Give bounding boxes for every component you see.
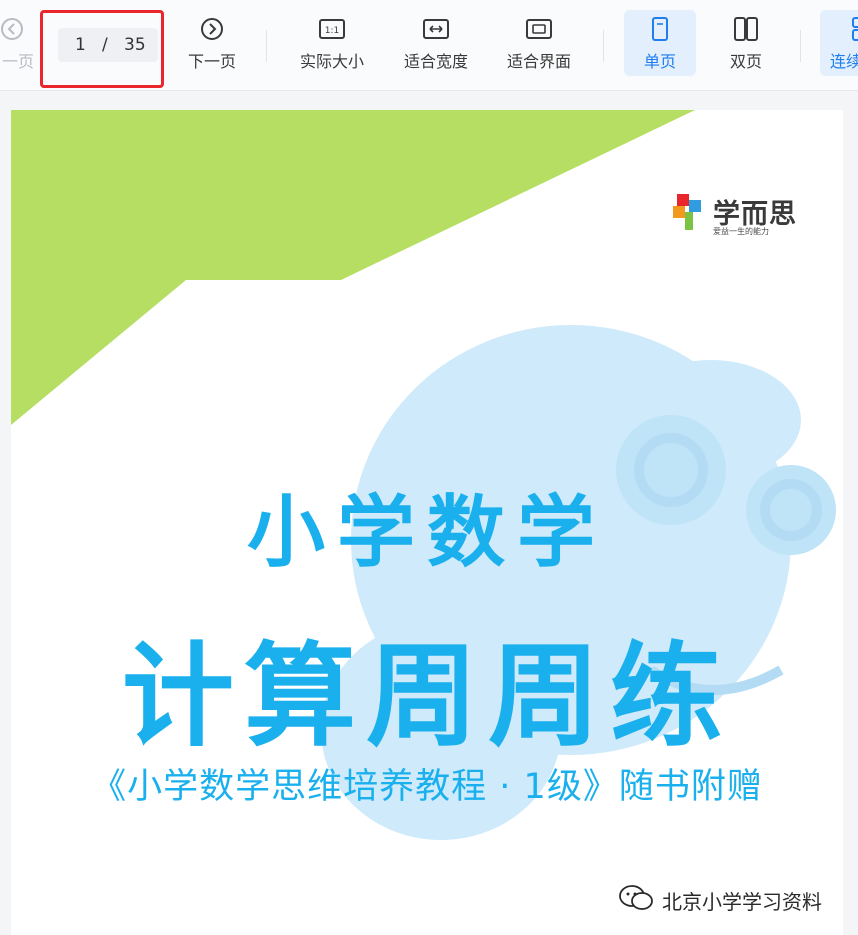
chevron-right-circle-icon bbox=[201, 18, 223, 40]
watermark-text: 北京小学学习资料 bbox=[662, 890, 822, 914]
cover-subtitle: 《小学数学思维培养教程 · 1级》随书附赠 bbox=[91, 767, 763, 807]
toolbar-divider bbox=[800, 30, 801, 62]
fit-width-label: 适合宽度 bbox=[403, 52, 468, 71]
brand-mark-icon bbox=[673, 194, 701, 230]
actual-size-icon-text: 1:1 bbox=[325, 26, 339, 36]
continuous-page-label: 连续 bbox=[830, 52, 858, 71]
brand-logo: 学而思 爱益一生的能力 bbox=[671, 192, 821, 242]
next-page-label: 下一页 bbox=[187, 52, 236, 71]
fit-page-label: 适合界面 bbox=[506, 52, 571, 71]
viewer-toolbar: 一页 1 / 35 下一页 1:1 实际大小 适合宽度 适合界面 单页 双页 连 bbox=[0, 0, 858, 91]
fit-width-icon bbox=[423, 19, 449, 39]
fit-page-button[interactable]: 适合界面 bbox=[499, 10, 579, 76]
document-page: 学而思 爱益一生的能力 小学数学 计算周周练 《小学数学思维培养教程 · 1级》… bbox=[11, 110, 843, 935]
cover-title-line1: 小学数学 bbox=[246, 488, 607, 578]
actual-size-label: 实际大小 bbox=[299, 52, 364, 71]
prev-page-button[interactable]: 一页 bbox=[0, 10, 38, 76]
brand-tagline: 爱益一生的能力 bbox=[713, 227, 769, 236]
toolbar-divider bbox=[603, 30, 604, 62]
actual-size-button[interactable]: 1:1 实际大小 bbox=[292, 10, 372, 76]
chevron-left-circle-icon bbox=[1, 18, 23, 40]
toolbar-divider bbox=[266, 30, 267, 62]
wechat-icon bbox=[619, 885, 653, 910]
fit-page-icon bbox=[526, 19, 552, 39]
continuous-page-icon bbox=[852, 17, 858, 41]
next-page-button[interactable]: 下一页 bbox=[180, 10, 244, 76]
red-highlight-box bbox=[40, 10, 164, 88]
fit-width-button[interactable]: 适合宽度 bbox=[396, 10, 476, 76]
single-page-button[interactable]: 单页 bbox=[624, 10, 696, 76]
double-page-icon bbox=[734, 17, 758, 41]
double-page-button[interactable]: 双页 bbox=[714, 10, 778, 76]
single-page-icon bbox=[652, 17, 668, 41]
actual-size-icon: 1:1 bbox=[319, 19, 345, 39]
double-page-label: 双页 bbox=[729, 52, 762, 71]
prev-page-label: 一页 bbox=[1, 52, 34, 71]
single-page-label: 单页 bbox=[643, 52, 676, 71]
continuous-page-button[interactable]: 连续 bbox=[820, 10, 858, 76]
cover-title-line2: 计算周周练 bbox=[122, 632, 732, 762]
